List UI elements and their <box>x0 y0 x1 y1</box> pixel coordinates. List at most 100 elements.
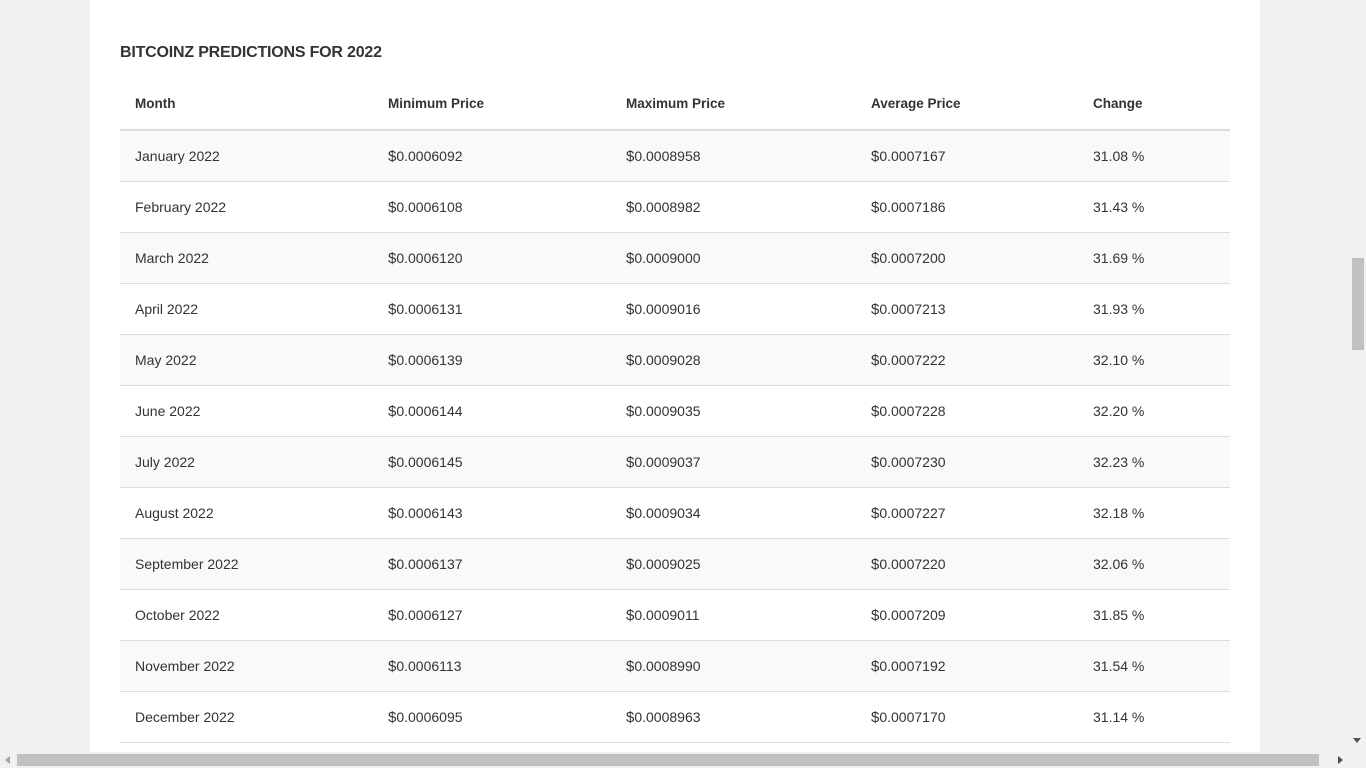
table-row: June 2022 $0.0006144 $0.0009035 $0.0007228 3… <box>120 385 1230 437</box>
predictions-card: BITCOINZ PREDICTIONS FOR 2022 Month Mini… <box>90 0 1260 752</box>
cell-min-price: $0.0006095 <box>373 691 611 743</box>
table-row: November 2022 $0.0006113 $0.0008990 $0.0007… <box>120 640 1230 692</box>
cell-avg-price-value: 0.0007167 <box>879 147 946 164</box>
cell-avg-price-value: 0.0007213 <box>879 300 946 317</box>
cell-min-price-value: 0.0006145 <box>396 453 463 470</box>
cell-min-price-value: 0.0006144 <box>396 402 463 419</box>
cell-min-price: $0.0006145 <box>373 436 611 488</box>
table-row: September 2022 $0.0006137 $0.0009025 $0.000… <box>120 538 1230 590</box>
cell-min-price-value: 0.0006127 <box>396 606 463 623</box>
cell-change: 31.08 % <box>1078 130 1230 182</box>
table-row: October 2022 $0.0006127 $0.0009011 $0.00072… <box>120 589 1230 641</box>
cell-avg-price: $0.0007222 <box>856 334 1078 386</box>
cell-max-price: $0.0009037 <box>611 436 856 488</box>
cell-max-price: $0.0009000 <box>611 232 856 284</box>
vertical-scrollbar[interactable] <box>1350 0 1366 752</box>
cell-avg-price-value: 0.0007170 <box>879 708 946 725</box>
cell-month: January 2022 <box>120 130 373 182</box>
cell-min-price: $0.0006144 <box>373 385 611 437</box>
table-row: December 2022 $0.0006095 $0.0008963 $0.0007… <box>120 691 1230 743</box>
cell-change: 31.54 % <box>1078 640 1230 692</box>
cell-min-price: $0.0006127 <box>373 589 611 641</box>
table-row: January 2022 $0.0006092 $0.0008958 $0.00071… <box>120 130 1230 182</box>
cell-avg-price: $0.0007192 <box>856 640 1078 692</box>
cell-avg-price: $0.0007220 <box>856 538 1078 590</box>
cell-max-price: $0.0009028 <box>611 334 856 386</box>
cell-min-price-value: 0.0006143 <box>396 504 463 521</box>
page-viewport: BITCOINZ PREDICTIONS FOR 2022 Month Mini… <box>0 0 1350 752</box>
vertical-scrollbar-thumb[interactable] <box>1352 258 1364 350</box>
cell-max-price-value: 0.0008990 <box>634 657 701 674</box>
header-min-price: Minimum Price <box>373 78 611 131</box>
cell-min-price: $0.0006139 <box>373 334 611 386</box>
cell-min-price-value: 0.0006131 <box>396 300 463 317</box>
cell-avg-price-value: 0.0007192 <box>879 657 946 674</box>
header-avg-price: Average Price <box>856 78 1078 131</box>
cell-avg-price-value: 0.0007186 <box>879 198 946 215</box>
cell-max-price-value: 0.0009035 <box>634 402 701 419</box>
cell-avg-price-value: 0.0007222 <box>879 351 946 368</box>
cell-min-price-value: 0.0006108 <box>396 198 463 215</box>
cell-avg-price: $0.0007213 <box>856 283 1078 335</box>
table-row: August 2022 $0.0006143 $0.0009034 $0.000722… <box>120 487 1230 539</box>
table-row: April 2022 $0.0006131 $0.0009016 $0.0007213… <box>120 283 1230 335</box>
cell-max-price: $0.0008963 <box>611 691 856 743</box>
cell-max-price-value: 0.0009000 <box>634 249 701 266</box>
cell-change: 32.10 % <box>1078 334 1230 386</box>
cell-avg-price: $0.0007167 <box>856 130 1078 182</box>
cell-min-price: $0.0006092 <box>373 130 611 182</box>
cell-avg-price: $0.0007209 <box>856 589 1078 641</box>
table-body: January 2022 $0.0006092 $0.0008958 $0.00071… <box>120 130 1230 743</box>
cell-max-price-value: 0.0008958 <box>634 147 701 164</box>
cell-change: 31.93 % <box>1078 283 1230 335</box>
cell-min-price: $0.0006120 <box>373 232 611 284</box>
cell-month: September 2022 <box>120 538 373 590</box>
cell-max-price-value: 0.0009025 <box>634 555 701 572</box>
scroll-down-arrow-icon[interactable] <box>1353 738 1361 743</box>
cell-max-price-value: 0.0009034 <box>634 504 701 521</box>
cell-change: 31.69 % <box>1078 232 1230 284</box>
cell-min-price: $0.0006131 <box>373 283 611 335</box>
cell-min-price-value: 0.0006139 <box>396 351 463 368</box>
cell-month: October 2022 <box>120 589 373 641</box>
cell-max-price: $0.0009025 <box>611 538 856 590</box>
scroll-right-arrow-icon[interactable] <box>1338 756 1343 764</box>
cell-month: February 2022 <box>120 181 373 233</box>
cell-max-price-value: 0.0009011 <box>634 606 700 623</box>
cell-max-price: $0.0008982 <box>611 181 856 233</box>
cell-max-price: $0.0009011 <box>611 589 856 641</box>
cell-avg-price: $0.0007170 <box>856 691 1078 743</box>
cell-month: March 2022 <box>120 232 373 284</box>
cell-min-price-value: 0.0006092 <box>396 147 463 164</box>
cell-min-price: $0.0006113 <box>373 640 611 692</box>
header-max-price: Maximum Price <box>611 78 856 131</box>
section-title: BITCOINZ PREDICTIONS FOR 2022 <box>120 44 382 61</box>
cell-change: 32.20 % <box>1078 385 1230 437</box>
cell-min-price-value: 0.0006113 <box>396 657 462 674</box>
cell-max-price-value: 0.0009037 <box>634 453 701 470</box>
cell-avg-price: $0.0007227 <box>856 487 1078 539</box>
cell-avg-price: $0.0007228 <box>856 385 1078 437</box>
cell-month: May 2022 <box>120 334 373 386</box>
cell-month: November 2022 <box>120 640 373 692</box>
cell-max-price-value: 0.0009016 <box>634 300 701 317</box>
cell-max-price: $0.0008958 <box>611 130 856 182</box>
cell-max-price-value: 0.0008963 <box>634 708 701 725</box>
scroll-left-arrow-icon[interactable] <box>5 756 10 764</box>
horizontal-scrollbar-thumb[interactable] <box>17 754 1319 766</box>
table-row: March 2022 $0.0006120 $0.0009000 $0.0007200… <box>120 232 1230 284</box>
table-header: Month Minimum Price Maximum Price Averag… <box>120 78 1230 131</box>
cell-avg-price-value: 0.0007209 <box>879 606 946 623</box>
table-row: July 2022 $0.0006145 $0.0009037 $0.0007230 3… <box>120 436 1230 488</box>
table-row: May 2022 $0.0006139 $0.0009028 $0.0007222 32… <box>120 334 1230 386</box>
cell-change: 32.18 % <box>1078 487 1230 539</box>
cell-avg-price: $0.0007230 <box>856 436 1078 488</box>
cell-month: December 2022 <box>120 691 373 743</box>
table-header-row: Month Minimum Price Maximum Price Averag… <box>120 78 1230 131</box>
cell-month: April 2022 <box>120 283 373 335</box>
cell-min-price-value: 0.0006120 <box>396 249 463 266</box>
predictions-table: Month Minimum Price Maximum Price Averag… <box>120 78 1230 743</box>
cell-change: 31.14 % <box>1078 691 1230 743</box>
cell-avg-price-value: 0.0007220 <box>879 555 946 572</box>
cell-max-price-value: 0.0009028 <box>634 351 701 368</box>
